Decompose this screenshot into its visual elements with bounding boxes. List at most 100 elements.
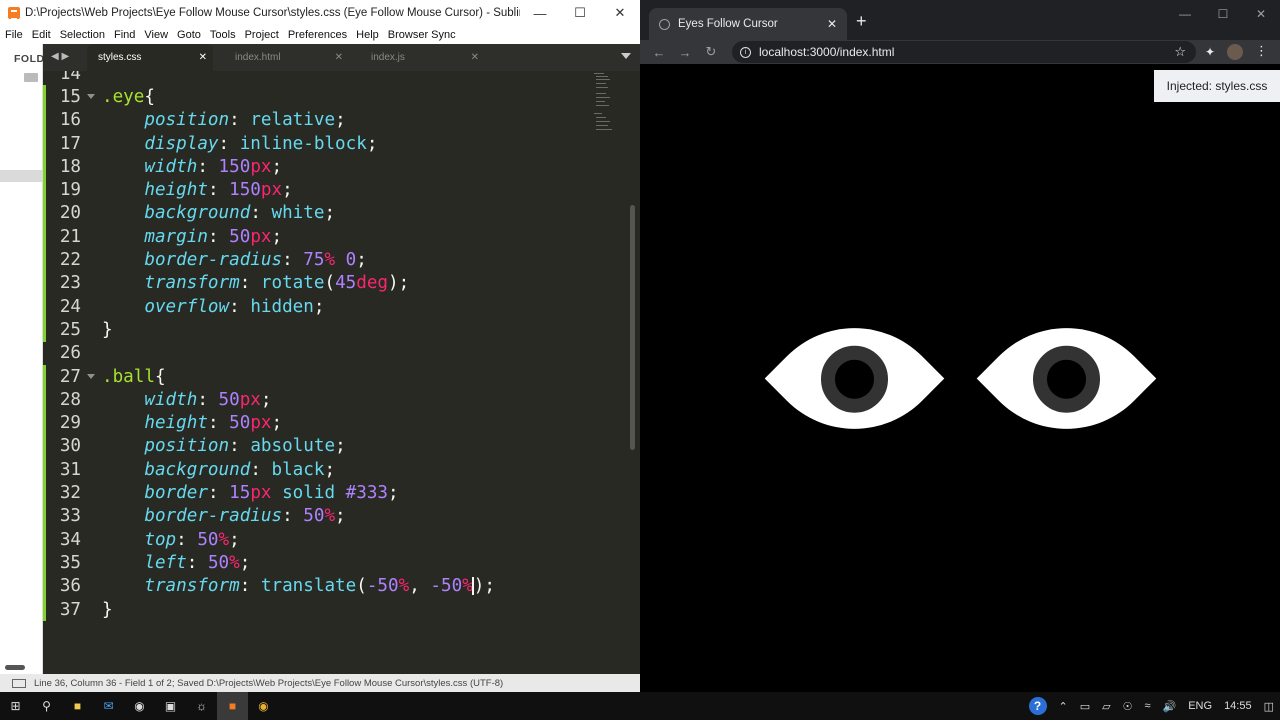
maximize-button[interactable]: ☐	[1204, 0, 1242, 28]
code-line[interactable]: 25}	[43, 318, 588, 341]
tray-chevron-up-icon[interactable]: ⌃	[1053, 700, 1074, 713]
taskbar: ⊞ ⚲ ■ ✉ ◉ ▣ ☼ ■ ◉ ? ⌃ ▭ ▱ ☉ ≈ 🔊 ENG 14:5…	[0, 692, 1280, 720]
url-text[interactable]: localhost:3000/index.html	[759, 45, 1174, 59]
code-token: ;	[229, 529, 240, 550]
menu-kebab-icon[interactable]: ⋮	[1255, 43, 1268, 59]
code-line[interactable]: 15 .eye{	[43, 85, 588, 108]
tab-nav-arrows-icon[interactable]: ◀ ▶	[51, 51, 69, 62]
profile-avatar[interactable]	[1227, 44, 1243, 60]
tab-menu-chevron-down-icon[interactable]	[621, 53, 631, 59]
windows-start-icon[interactable]: ⊞	[0, 692, 31, 720]
menu-file[interactable]: File	[0, 29, 27, 41]
forward-arrow-icon[interactable]: →	[672, 45, 698, 60]
file-explorer-icon[interactable]: ■	[62, 692, 93, 720]
code-line[interactable]: 24 overflow: hidden;	[43, 295, 588, 318]
code-token: background	[144, 459, 251, 480]
code-line[interactable]: 29 height: 50 px;	[43, 412, 588, 435]
horizontal-scrollbar[interactable]	[5, 665, 25, 670]
code-line[interactable]: 28 width: 50 px;	[43, 388, 588, 411]
volume-icon[interactable]: 🔊	[1157, 700, 1183, 713]
code-line[interactable]: 22 border-radius: 75% 0;	[43, 248, 588, 271]
menu-goto[interactable]: Goto	[172, 29, 205, 41]
menu-tools[interactable]: Tools	[205, 29, 240, 41]
close-button[interactable]: ✕	[600, 0, 640, 26]
menu-view[interactable]: View	[139, 29, 172, 41]
code-line[interactable]: 19 height: 150 px;	[43, 179, 588, 202]
code-line[interactable]: 21 margin: 50 px;	[43, 225, 588, 248]
new-tab-plus-icon[interactable]: +	[856, 11, 867, 32]
code-line[interactable]: 18 width: 150 px;	[43, 155, 588, 178]
minimize-button[interactable]: —	[520, 0, 560, 26]
code-line[interactable]: 34 top: 50%;	[43, 528, 588, 551]
code-token: border-radius	[144, 250, 283, 271]
help-icon[interactable]: ?	[1028, 697, 1047, 715]
tab-index-html[interactable]: index.html ✕	[223, 44, 349, 71]
minimize-button[interactable]: —	[1166, 0, 1204, 28]
code-line[interactable]: 27 .ball{	[43, 365, 588, 388]
code-editor[interactable]: 14 15 .eye{16 position: relative; 17 displa…	[43, 71, 588, 674]
panel-toggle-icon[interactable]	[12, 678, 26, 688]
code-line[interactable]: 16 position: relative;	[43, 109, 588, 132]
folder-icon[interactable]	[24, 73, 38, 82]
menu-find[interactable]: Find	[109, 29, 139, 41]
language-indicator[interactable]: ENG	[1182, 700, 1218, 712]
code-line[interactable]: 35 left: 50%;	[43, 551, 588, 574]
notifications-icon[interactable]: ◫	[1258, 700, 1280, 713]
reload-icon[interactable]: ↻	[698, 44, 724, 60]
code-line[interactable]: 37}	[43, 598, 588, 621]
menu-project[interactable]: Project	[240, 29, 283, 41]
info-icon[interactable]: i	[740, 46, 751, 58]
close-tab-icon[interactable]: ✕	[827, 17, 837, 31]
menu-selection[interactable]: Selection	[55, 29, 109, 41]
code-token: rotate	[260, 273, 325, 294]
code-token: position	[144, 436, 230, 457]
app-icon[interactable]: ☼	[186, 692, 217, 720]
chrome-taskbar-icon[interactable]: ◉	[248, 692, 279, 720]
code-token: #333	[345, 483, 389, 504]
sublime-taskbar-icon[interactable]: ■	[217, 692, 248, 720]
extensions-puzzle-icon[interactable]: ✦	[1205, 45, 1215, 59]
search-icon[interactable]: ⚲	[31, 692, 62, 720]
code-line[interactable]: 31 background: black;	[43, 458, 588, 481]
fold-arrow-icon[interactable]	[87, 373, 95, 379]
bookmark-star-icon[interactable]: ☆	[1174, 44, 1186, 60]
address-bar[interactable]: i localhost:3000/index.html ☆	[732, 41, 1196, 63]
close-tab-icon[interactable]: ✕	[471, 52, 479, 63]
wifi-icon[interactable]: ≈	[1138, 700, 1156, 712]
code-line[interactable]: 17 display: inline-block;	[43, 132, 588, 155]
clock[interactable]: 14:55	[1218, 700, 1258, 712]
vertical-scrollbar[interactable]	[630, 205, 635, 450]
tab-styles-css[interactable]: styles.css ✕	[87, 44, 213, 71]
code-line[interactable]: 30 position: absolute;	[43, 435, 588, 458]
network-icon[interactable]: ▱	[1096, 700, 1116, 713]
maximize-button[interactable]: ☐	[560, 0, 600, 26]
tab-index-js[interactable]: index.js ✕	[359, 44, 485, 71]
code-line[interactable]: 20 background: white;	[43, 202, 588, 225]
mail-icon[interactable]: ✉	[93, 692, 124, 720]
store-icon[interactable]: ▣	[155, 692, 186, 720]
menu-preferences[interactable]: Preferences	[283, 29, 351, 41]
close-tab-icon[interactable]: ✕	[199, 52, 207, 63]
browser-tab[interactable]: Eyes Follow Cursor ✕	[649, 8, 847, 40]
close-button[interactable]: ✕	[1242, 0, 1280, 28]
menu-edit[interactable]: Edit	[27, 29, 55, 41]
tray-app-icon[interactable]: ▭	[1074, 700, 1096, 713]
code-token: :	[250, 459, 272, 480]
code-line[interactable]: 23 transform: rotate(45 deg);	[43, 272, 588, 295]
close-tab-icon[interactable]: ✕	[335, 52, 343, 63]
code-line[interactable]: 36 transform: translate(-50%, -50%);	[43, 575, 588, 598]
menu-browser-sync[interactable]: Browser Sync	[383, 29, 460, 41]
back-arrow-icon[interactable]: ←	[646, 45, 672, 60]
line-number: 17	[59, 133, 81, 154]
code-line[interactable]: 26	[43, 342, 588, 365]
code-line[interactable]: 14	[43, 71, 588, 85]
code-line[interactable]: 33 border-radius: 50%;	[43, 505, 588, 528]
code-line[interactable]: 32 border: 15 px solid #333;	[43, 481, 588, 504]
fold-arrow-icon[interactable]	[87, 94, 95, 100]
globe-icon[interactable]: ☉	[1117, 700, 1139, 713]
minimap[interactable]	[590, 71, 630, 141]
sidebar-selected-item[interactable]	[0, 170, 43, 182]
menu-help[interactable]: Help	[351, 29, 383, 41]
code-token: (	[324, 273, 336, 294]
media-icon[interactable]: ◉	[124, 692, 155, 720]
